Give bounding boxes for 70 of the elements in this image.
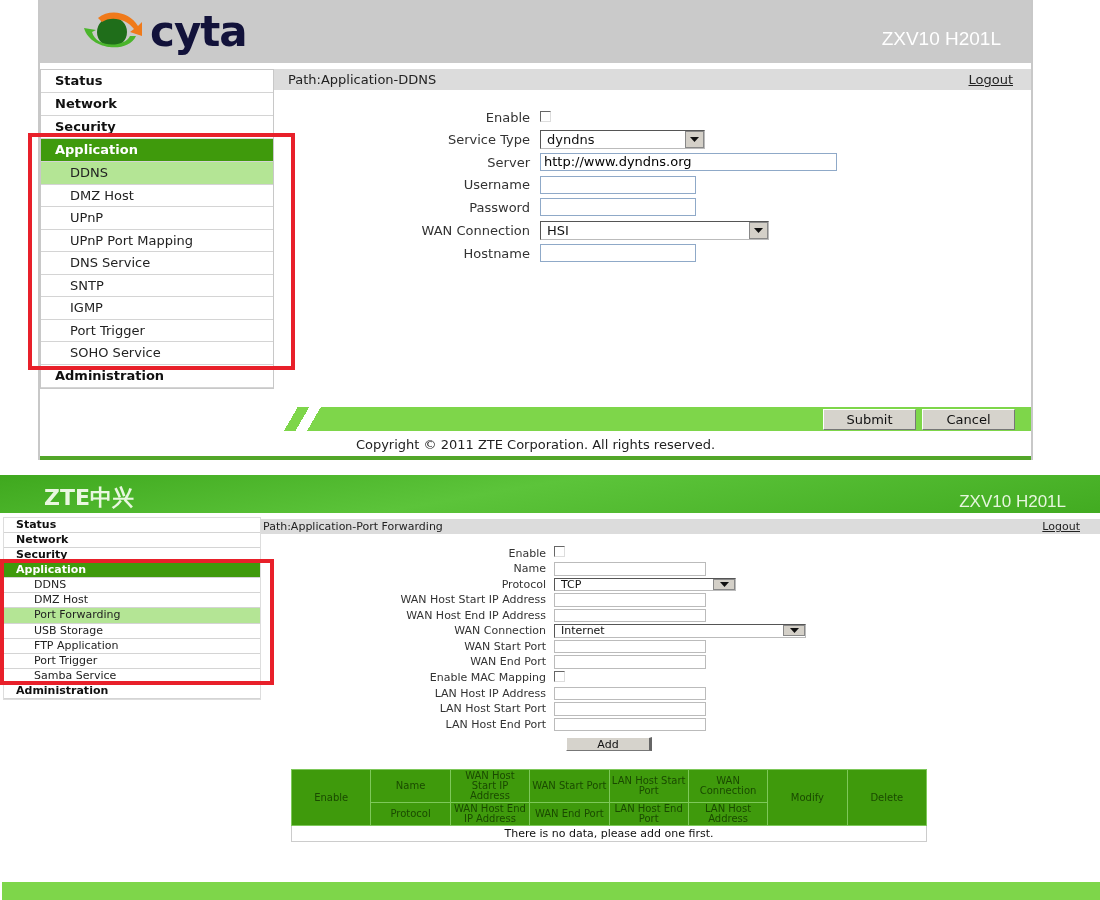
field-label: LAN Host Start Port <box>438 702 546 716</box>
field-label: Username <box>462 177 530 192</box>
input-field[interactable] <box>554 593 706 607</box>
field-label: Name <box>512 562 546 576</box>
field-label: LAN Host IP Address <box>433 686 546 700</box>
field-label: Service Type <box>446 131 530 147</box>
field-label: Password <box>468 199 530 215</box>
column-header: Enable <box>291 769 371 826</box>
caret-icon <box>789 628 799 634</box>
input-field[interactable] <box>554 608 706 622</box>
menu-item[interactable]: DDNS <box>41 162 273 185</box>
field-label: LAN Host End Port <box>444 717 546 731</box>
column-header: WAN Host Start IP Address <box>450 769 530 803</box>
logout-link[interactable]: Logout <box>1042 519 1080 534</box>
checkbox[interactable] <box>554 546 565 557</box>
select-field[interactable]: TCP <box>554 577 736 591</box>
select-field[interactable]: HSI <box>540 220 769 240</box>
menu-item[interactable]: DMZ Host <box>4 593 260 609</box>
field-label: WAN Host Start IP Address <box>399 593 546 607</box>
menu-section[interactable]: Network <box>4 533 260 548</box>
field-label: Hostname <box>462 245 530 261</box>
add-button[interactable]: Add <box>566 737 652 751</box>
caret-icon <box>690 136 699 142</box>
logo-text: cyta <box>150 7 247 56</box>
input-field[interactable] <box>554 562 706 576</box>
field-label: Server <box>486 154 530 170</box>
path-text: Path:Application-DDNS <box>288 71 437 89</box>
input-field[interactable] <box>554 686 706 700</box>
input-field[interactable] <box>540 244 696 262</box>
column-header: Modify <box>767 769 848 826</box>
input-field[interactable] <box>540 198 696 216</box>
column-header: WAN Connection <box>688 769 768 803</box>
field-label: Enable <box>507 546 546 560</box>
field-label: Protocol <box>500 577 546 591</box>
checkbox[interactable] <box>540 111 551 122</box>
menu-section[interactable]: Application <box>4 563 260 578</box>
input-field[interactable] <box>554 717 706 731</box>
model-name: ZXV10 H201L <box>959 492 1066 512</box>
form-button[interactable]: Submit <box>823 408 916 430</box>
input-field[interactable] <box>540 175 696 194</box>
input-field[interactable] <box>554 655 706 669</box>
column-header: LAN Host Start Port <box>609 769 689 803</box>
column-header: Name <box>370 769 451 803</box>
logout-link[interactable]: Logout <box>968 69 1013 90</box>
field-label: WAN Connection <box>420 222 530 238</box>
field-label: WAN Start Port <box>463 639 546 653</box>
menu-section[interactable]: Application <box>41 139 273 162</box>
menu-section[interactable]: Status <box>4 518 260 533</box>
field-label: Enable <box>484 110 530 125</box>
empty-message: There is no data, please add one first. <box>291 825 927 842</box>
input-field[interactable] <box>554 639 706 653</box>
menu-item[interactable]: DDNS <box>4 578 260 594</box>
input-field[interactable] <box>554 702 706 716</box>
column-header: Delete <box>847 769 927 826</box>
caret-icon <box>719 581 729 587</box>
caret-icon <box>754 227 763 233</box>
form-button[interactable]: Cancel <box>922 408 1015 430</box>
field-label: WAN Host End IP Address <box>405 608 546 622</box>
input-field[interactable]: http://www.dyndns.org <box>540 153 837 171</box>
select-field[interactable]: Internet <box>554 624 806 638</box>
path-text: Path:Application-Port Forwarding <box>263 519 443 534</box>
select-field[interactable]: dyndns <box>540 129 705 149</box>
logo-text: ZTE中兴 <box>44 484 134 512</box>
menu-item[interactable]: Port Forwarding <box>4 608 260 624</box>
field-label: Enable MAC Mapping <box>428 671 546 684</box>
column-header: WAN Start Port <box>529 769 609 803</box>
checkbox[interactable] <box>554 670 565 682</box>
copyright-text: Copyright © 2011 ZTE Corporation. All rights reserved. <box>354 437 717 452</box>
field-label: WAN End Port <box>469 655 546 669</box>
field-label: WAN Connection <box>453 624 546 638</box>
